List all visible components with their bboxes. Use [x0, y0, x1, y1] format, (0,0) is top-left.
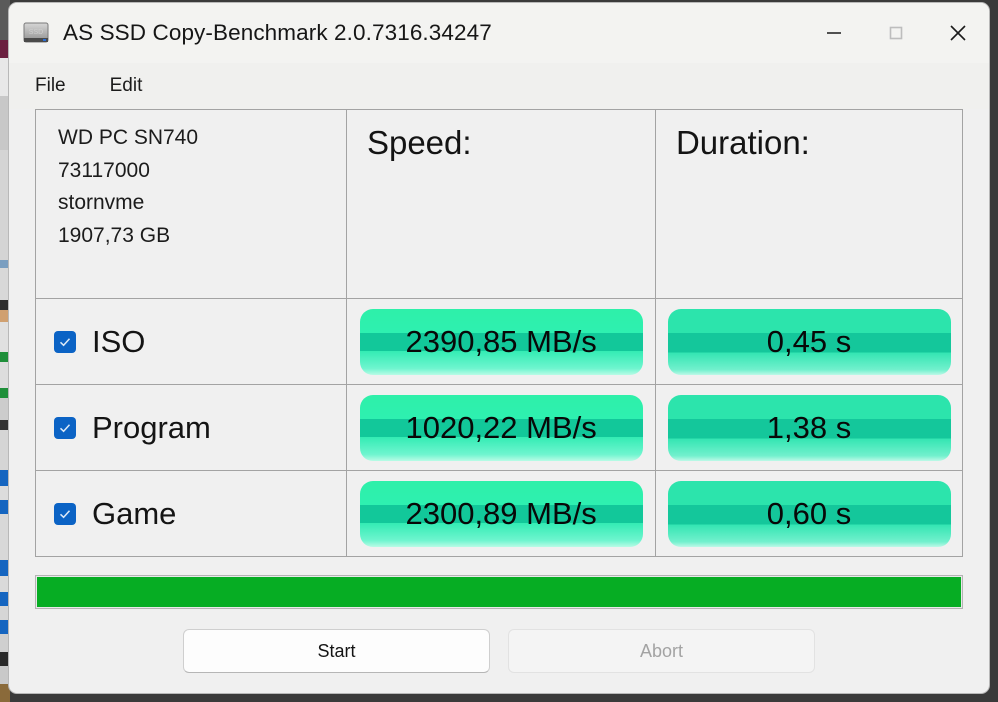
- benchmark-iso-toggle[interactable]: ISO: [36, 299, 348, 385]
- svg-text:SSD: SSD: [29, 29, 43, 36]
- benchmark-game-duration-cell: 0,60 s: [656, 471, 963, 557]
- grid-header-row: WD PC SN740 73117000 stornvme 1907,73 GB…: [36, 110, 963, 299]
- benchmark-grid: WD PC SN740 73117000 stornvme 1907,73 GB…: [35, 109, 963, 557]
- menu-item-edit[interactable]: Edit: [106, 73, 147, 99]
- benchmark-program-speed-cell: 1020,22 MB/s: [347, 385, 657, 471]
- menu-bar: File Edit: [9, 63, 989, 109]
- drive-info-cell: WD PC SN740 73117000 stornvme 1907,73 GB: [36, 110, 347, 299]
- window-content: WD PC SN740 73117000 stornvme 1907,73 GB…: [9, 109, 989, 693]
- progress-bar: [35, 575, 963, 609]
- checkbox-checked-icon[interactable]: [54, 330, 76, 353]
- drive-capacity: 1907,73 GB: [58, 223, 171, 247]
- duration-header-label: Duration:: [675, 124, 810, 161]
- benchmark-iso-speed-cell: 2390,85 MB/s: [347, 299, 657, 385]
- benchmark-program-toggle[interactable]: Program: [36, 385, 348, 471]
- speed-header-label: Speed:: [366, 124, 472, 161]
- drive-serial: 73117000: [58, 158, 150, 182]
- button-bar: Start Abort: [35, 629, 963, 673]
- benchmark-game-speed-cell: 2300,89 MB/s: [347, 471, 657, 557]
- drive-model: WD PC SN740: [58, 126, 199, 149]
- benchmark-program-label: Program: [92, 409, 211, 445]
- benchmark-iso-duration-value: 0,45 s: [667, 308, 951, 375]
- ssd-drive-icon: SSD: [21, 18, 51, 48]
- benchmark-program-speed-value: 1020,22 MB/s: [359, 394, 643, 461]
- benchmark-game-duration-value: 0,60 s: [667, 480, 951, 547]
- table-row: Program 1020,22 MB/s 1,38 s: [36, 385, 963, 471]
- as-ssd-copy-benchmark-window: SSD AS SSD Copy-Benchmark 2.0.7316.34247…: [8, 2, 990, 694]
- benchmark-iso-duration-cell: 0,45 s: [656, 299, 963, 385]
- start-button[interactable]: Start: [183, 629, 490, 673]
- table-row: ISO 2390,85 MB/s 0,45 s: [36, 299, 963, 385]
- benchmark-iso-label: ISO: [92, 323, 146, 359]
- title-bar: SSD AS SSD Copy-Benchmark 2.0.7316.34247: [9, 3, 989, 63]
- table-row: Game 2300,89 MB/s 0,60 s: [36, 471, 963, 557]
- duration-header-cell: Duration:: [655, 110, 963, 299]
- benchmark-program-duration-value: 1,38 s: [667, 394, 951, 461]
- benchmark-game-label: Game: [92, 495, 177, 531]
- abort-button: Abort: [508, 629, 815, 673]
- checkbox-checked-icon[interactable]: [54, 416, 76, 439]
- benchmark-iso-speed-value: 2390,85 MB/s: [359, 308, 643, 375]
- benchmark-program-duration-cell: 1,38 s: [656, 385, 963, 471]
- benchmark-game-toggle[interactable]: Game: [36, 471, 348, 557]
- checkbox-checked-icon[interactable]: [54, 502, 76, 525]
- drive-driver: stornvme: [58, 191, 145, 215]
- window-controls: [803, 3, 989, 63]
- close-button[interactable]: [927, 3, 989, 63]
- speed-header-cell: Speed:: [346, 110, 656, 299]
- progress-bar-fill: [37, 577, 961, 607]
- benchmark-game-speed-value: 2300,89 MB/s: [359, 480, 643, 547]
- menu-item-file[interactable]: File: [31, 73, 70, 99]
- minimize-button[interactable]: [803, 3, 865, 63]
- window-title: AS SSD Copy-Benchmark 2.0.7316.34247: [63, 20, 492, 45]
- maximize-button[interactable]: [865, 3, 927, 63]
